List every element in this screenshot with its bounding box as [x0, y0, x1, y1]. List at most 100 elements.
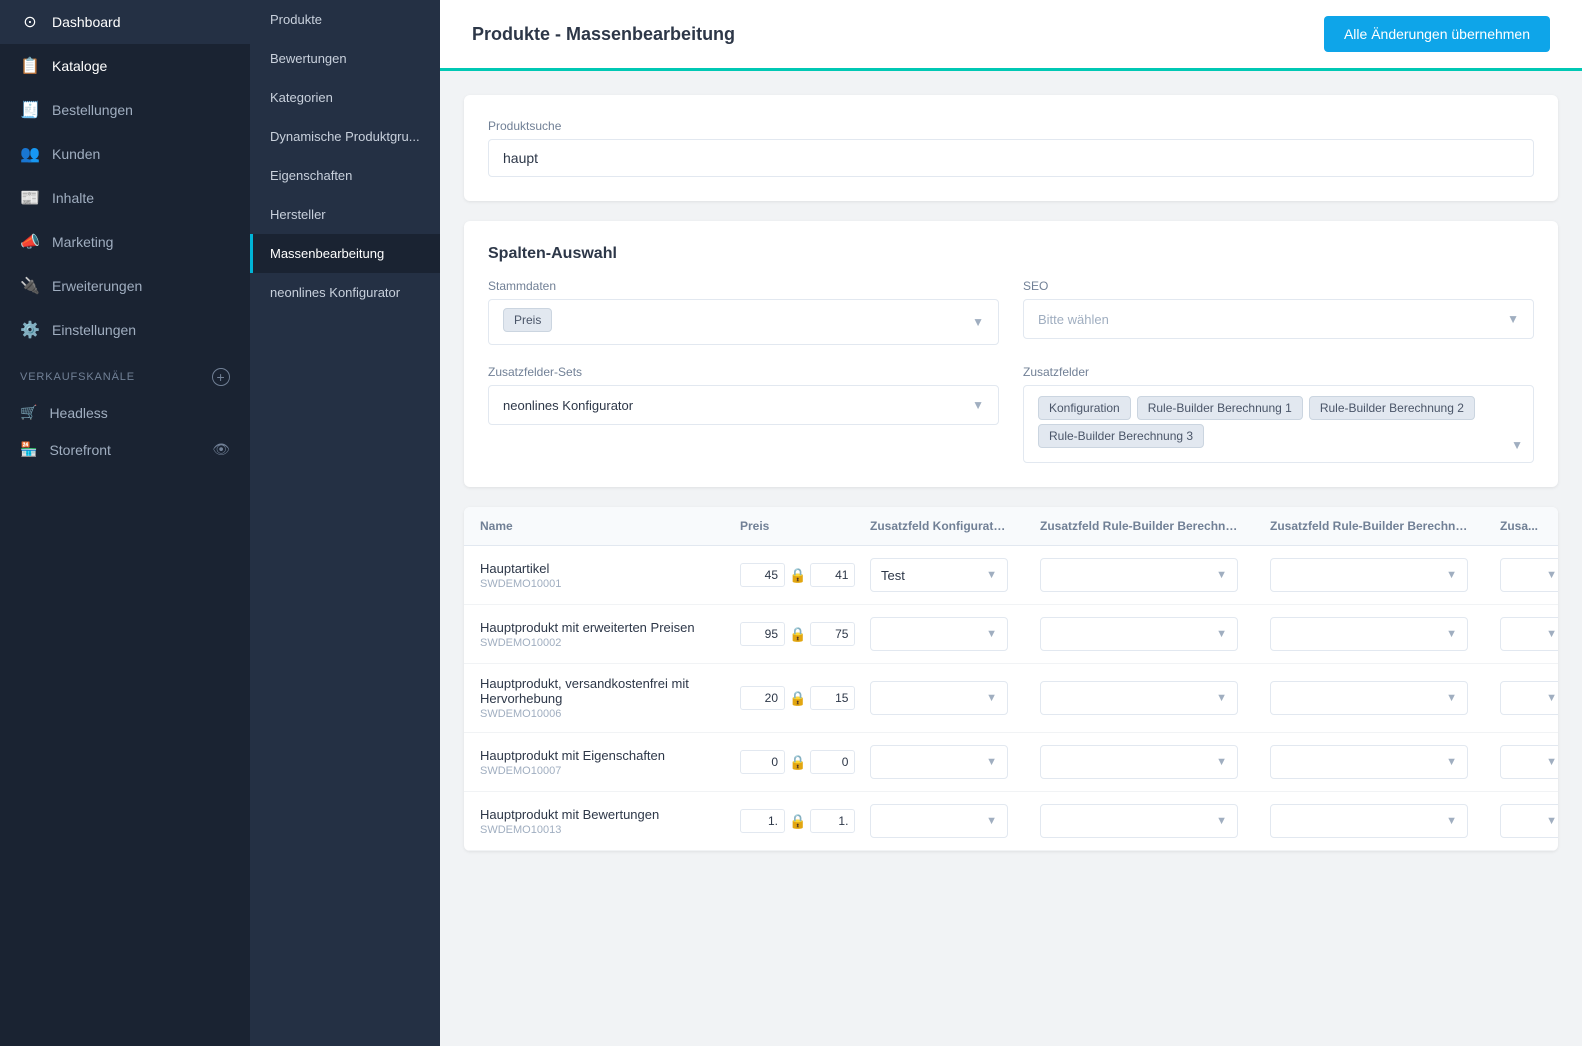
zusatzfeld-rule2-select[interactable]: ▼: [1270, 804, 1468, 838]
zusatzfeld-rule2-select[interactable]: ▼: [1270, 745, 1468, 779]
zusatzfeld-konfig-select[interactable]: ▼: [870, 745, 1008, 779]
secondary-item-bewertungen[interactable]: Bewertungen: [250, 39, 440, 78]
zusatzfeld-rule3-select[interactable]: ▼: [1500, 745, 1558, 779]
sidebar-item-inhalte[interactable]: 📰 Inhalte: [0, 176, 250, 220]
zusatzfeld-rule3-select[interactable]: ▼: [1500, 804, 1558, 838]
zusatzfelder-sets-select[interactable]: neonlines Konfigurator ▼: [488, 385, 999, 425]
product-name-cell: Hauptprodukt mit erweiterten Preisen SWD…: [464, 605, 724, 664]
zusatzfeld-rule1-select[interactable]: ▼: [1040, 617, 1238, 651]
table-row: Hauptprodukt mit Bewertungen SWDEMO10013…: [464, 792, 1558, 851]
search-label: Produktsuche: [488, 119, 1534, 133]
lock-icon[interactable]: 🔒: [789, 813, 806, 830]
secondary-item-dynamische[interactable]: Dynamische Produktgru...: [250, 117, 440, 156]
zusatzfeld-rule2-select[interactable]: ▼: [1270, 558, 1468, 592]
zusatzfeld-rule2-cell: ▼: [1254, 792, 1484, 851]
secondary-item-hersteller[interactable]: Hersteller: [250, 195, 440, 234]
zusatzfeld-rule2-cell: ▼: [1254, 546, 1484, 605]
zusatzfeld-rule1-select[interactable]: ▼: [1040, 745, 1238, 779]
zusatzfeld-konfig-cell: ▼: [854, 733, 1024, 792]
product-code: SWDEMO10006: [480, 708, 708, 720]
sidebar-channel-storefront[interactable]: 🏪 Storefront 👁: [0, 431, 250, 468]
seo-select[interactable]: Bitte wählen ▼: [1023, 299, 1534, 339]
price-net-input[interactable]: [740, 563, 785, 587]
product-name: Hauptprodukt, versandkostenfrei mit Herv…: [480, 676, 708, 706]
col-header-zusatz_rule3: Zusa...: [1484, 507, 1558, 546]
apply-changes-button[interactable]: Alle Änderungen übernehmen: [1324, 16, 1550, 52]
price-gross-input[interactable]: [810, 563, 855, 587]
zusatzfeld-rule3-select[interactable]: ▼: [1500, 681, 1558, 715]
sidebar-item-einstellungen[interactable]: ⚙️ Einstellungen: [0, 308, 250, 352]
zusatzfeld-rule2-select[interactable]: ▼: [1270, 617, 1468, 651]
sidebar-item-kataloge[interactable]: 📋 Kataloge: [0, 44, 250, 88]
page-title: Produkte - Massenbearbeitung: [472, 24, 735, 45]
zusatzfeld-rule3-select[interactable]: ▼: [1500, 558, 1558, 592]
product-name-cell: Hauptprodukt mit Bewertungen SWDEMO10013: [464, 792, 724, 851]
select-chevron-icon: ▼: [1546, 628, 1557, 640]
bestellungen-icon: 🧾: [20, 100, 40, 120]
zusatzfeld-rule2-select[interactable]: ▼: [1270, 681, 1468, 715]
price-gross-input[interactable]: [810, 622, 855, 646]
product-name: Hauptprodukt mit Eigenschaften: [480, 748, 708, 763]
secondary-item-neonlines[interactable]: neonlines Konfigurator: [250, 273, 440, 312]
zusatzfeld-rule1-select[interactable]: ▼: [1040, 804, 1238, 838]
product-code: SWDEMO10013: [480, 824, 708, 836]
zusatzfeld-rule3-select[interactable]: ▼: [1500, 617, 1558, 651]
zusatzfelder-tags-box[interactable]: KonfigurationRule-Builder Berechnung 1Ru…: [1023, 385, 1534, 463]
stammdaten-tag: Preis: [503, 308, 552, 332]
zusatzfeld-tag: Rule-Builder Berechnung 3: [1038, 424, 1204, 448]
lock-icon[interactable]: 🔒: [789, 567, 806, 584]
col-header-zusatz_konfig: Zusatzfeld Konfiguration: [854, 507, 1024, 546]
zusatzfeld-rule1-cell: ▼: [1024, 605, 1254, 664]
lock-icon[interactable]: 🔒: [789, 754, 806, 771]
sidebar-item-marketing[interactable]: 📣 Marketing: [0, 220, 250, 264]
marketing-icon: 📣: [20, 232, 40, 252]
eye-icon[interactable]: 👁: [212, 441, 230, 458]
select-chevron-icon: ▼: [986, 756, 997, 768]
zusatzfeld-rule2-cell: ▼: [1254, 733, 1484, 792]
seo-label: SEO: [1023, 279, 1534, 293]
price-net-input[interactable]: [740, 750, 785, 774]
zusatzfeld-rule1-cell: ▼: [1024, 664, 1254, 733]
zusatzfeld-rule1-select[interactable]: ▼: [1040, 681, 1238, 715]
price-gross-input[interactable]: [810, 809, 855, 833]
secondary-item-produkte[interactable]: Produkte: [250, 0, 440, 39]
sidebar-item-dashboard[interactable]: ⊙ Dashboard: [0, 0, 250, 44]
zusatzfeld-konfig-select[interactable]: ▼: [870, 681, 1008, 715]
content-area: Produktsuche Spalten-Auswahl Stammdaten …: [440, 71, 1582, 1046]
zusatzfeld-rule3-cell: ▼: [1484, 733, 1558, 792]
stammdaten-select[interactable]: Preis ▼: [488, 299, 999, 345]
stammdaten-label: Stammdaten: [488, 279, 999, 293]
secondary-item-eigenschaften[interactable]: Eigenschaften: [250, 156, 440, 195]
select-chevron-icon: ▼: [1546, 692, 1557, 704]
sidebar-channel-headless[interactable]: 🛒 Headless: [0, 394, 250, 431]
top-bar: Produkte - Massenbearbeitung Alle Änderu…: [440, 0, 1582, 71]
zusatzfeld-konfig-select[interactable]: ▼: [870, 804, 1008, 838]
inhalte-icon: 📰: [20, 188, 40, 208]
sidebar-item-bestellungen[interactable]: 🧾 Bestellungen: [0, 88, 250, 132]
storefront-icon: 🏪: [20, 441, 37, 458]
zusatzfeld-konfig-select[interactable]: Test ▼: [870, 558, 1008, 592]
price-net-input[interactable]: [740, 809, 785, 833]
price-gross-input[interactable]: [810, 686, 855, 710]
zusatzfeld-konfig-select[interactable]: ▼: [870, 617, 1008, 651]
secondary-item-kategorien[interactable]: Kategorien: [250, 78, 440, 117]
zusatzfeld-tag: Konfiguration: [1038, 396, 1131, 420]
price-net-input[interactable]: [740, 686, 785, 710]
select-chevron-icon: ▼: [1216, 756, 1227, 768]
zusatzfeld-rule1-select[interactable]: ▼: [1040, 558, 1238, 592]
sidebar-item-erweiterungen[interactable]: 🔌 Erweiterungen: [0, 264, 250, 308]
zusatzfelder-sets-value: neonlines Konfigurator: [503, 398, 633, 413]
search-input[interactable]: [488, 139, 1534, 177]
lock-icon[interactable]: 🔒: [789, 626, 806, 643]
channel-label: Headless: [49, 405, 107, 421]
sidebar-item-kunden[interactable]: 👥 Kunden: [0, 132, 250, 176]
price-gross-input[interactable]: [810, 750, 855, 774]
products-table: NamePreisZusatzfeld KonfigurationZusatzf…: [464, 507, 1558, 851]
kataloge-icon: 📋: [20, 56, 40, 76]
select-value: Test: [881, 568, 905, 583]
secondary-item-massenbearbeitung[interactable]: Massenbearbeitung: [250, 234, 440, 273]
price-net-input[interactable]: [740, 622, 785, 646]
add-channel-button[interactable]: +: [212, 368, 230, 386]
lock-icon[interactable]: 🔒: [789, 690, 806, 707]
zusatzfeld-rule1-cell: ▼: [1024, 792, 1254, 851]
